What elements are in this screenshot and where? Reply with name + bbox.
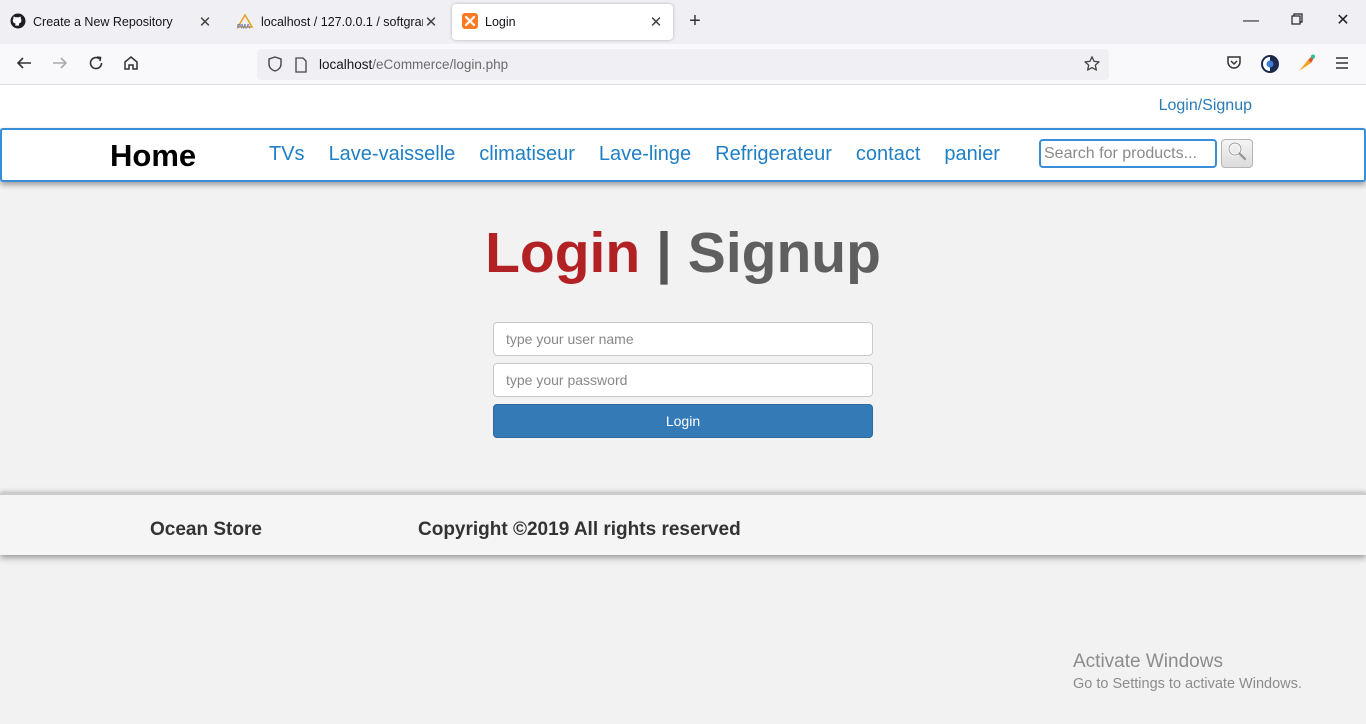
search-icon xyxy=(1227,141,1247,166)
back-icon[interactable] xyxy=(13,54,35,76)
login-button[interactable]: Login xyxy=(493,404,873,438)
svg-text:PMA: PMA xyxy=(237,24,251,29)
new-tab-icon[interactable]: + xyxy=(684,10,706,32)
tab-login[interactable]: Login ✕ xyxy=(452,4,673,40)
dark-mode-icon[interactable] xyxy=(1259,54,1281,76)
tab-title: Create a New Repository xyxy=(33,15,173,29)
tab-title: Login xyxy=(485,15,516,29)
phpmyadmin-icon: PMA xyxy=(236,12,254,32)
title-separator: | xyxy=(640,221,688,285)
nav-item-refrigerateur[interactable]: Refrigerateur xyxy=(715,143,832,166)
close-icon[interactable]: ✕ xyxy=(196,13,214,31)
signup-title[interactable]: Signup xyxy=(688,221,881,285)
minimize-icon[interactable]: — xyxy=(1241,10,1261,32)
footer: Ocean Store Copyright ©2019 All rights r… xyxy=(0,493,1366,555)
footer-brand: Ocean Store xyxy=(150,519,262,540)
home-icon[interactable] xyxy=(120,54,142,76)
tab-title: localhost / 127.0.0.1 / softgram xyxy=(261,15,423,29)
nav-item-lave-vaisselle[interactable]: Lave-vaisselle xyxy=(329,143,456,166)
nav-item-panier[interactable]: panier xyxy=(944,143,1000,166)
restore-icon[interactable] xyxy=(1287,10,1307,32)
url-path: /eCommerce/login.php xyxy=(372,57,509,72)
footer-copyright: Copyright ©2019 All rights reserved xyxy=(418,519,741,540)
watermark-title: Activate Windows xyxy=(1073,651,1223,672)
close-window-icon[interactable]: ✕ xyxy=(1333,10,1353,32)
pocket-icon[interactable] xyxy=(1223,54,1245,76)
close-icon[interactable]: ✕ xyxy=(647,13,665,31)
activate-windows-watermark: Activate Windows Go to Settings to activ… xyxy=(1073,651,1302,692)
top-strip: Login/Signup xyxy=(0,85,1366,128)
github-icon xyxy=(10,13,26,32)
page-content: Login/Signup Home TVs Lave-vaisselle cli… xyxy=(0,85,1366,724)
xampp-icon xyxy=(462,12,478,32)
search-input[interactable] xyxy=(1039,139,1217,168)
menu-icon[interactable] xyxy=(1331,54,1353,76)
browser-tab-bar: Create a New Repository ✕ PMA localhost … xyxy=(0,0,1366,44)
password-field[interactable] xyxy=(493,363,873,397)
url-host: localhost xyxy=(319,57,373,72)
page-icon xyxy=(294,57,308,78)
nav-item-contact[interactable]: contact xyxy=(856,143,920,166)
login-heading: Login | Signup xyxy=(0,220,1366,286)
search-button[interactable] xyxy=(1221,139,1253,168)
star-icon[interactable] xyxy=(1083,55,1101,78)
nav-menu: TVs Lave-vaisselle climatiseur Lave-ling… xyxy=(269,143,1000,166)
nav-item-lave-linge[interactable]: Lave-linge xyxy=(599,143,691,166)
extension-icon[interactable] xyxy=(1295,54,1317,76)
shield-icon[interactable] xyxy=(266,55,284,78)
close-icon[interactable]: ✕ xyxy=(422,13,440,31)
tab-phpmyadmin[interactable]: PMA localhost / 127.0.0.1 / softgram ✕ xyxy=(226,4,448,40)
watermark-subtitle: Go to Settings to activate Windows. xyxy=(1073,676,1302,692)
url-bar[interactable]: localhost/eCommerce/login.php xyxy=(257,49,1109,80)
site-navbar: Home TVs Lave-vaisselle climatiseur Lave… xyxy=(0,128,1366,182)
browser-toolbar: localhost/eCommerce/login.php xyxy=(0,44,1366,85)
reload-icon[interactable] xyxy=(85,54,107,76)
nav-item-tvs[interactable]: TVs xyxy=(269,143,305,166)
tab-github[interactable]: Create a New Repository ✕ xyxy=(0,4,222,40)
login-title: Login xyxy=(485,221,641,285)
brand-home-link[interactable]: Home xyxy=(110,138,196,174)
forward-icon[interactable] xyxy=(49,54,71,76)
username-field[interactable] xyxy=(493,322,873,356)
login-signup-link[interactable]: Login/Signup xyxy=(1159,97,1252,115)
nav-item-climatiseur[interactable]: climatiseur xyxy=(479,143,575,166)
url-text[interactable]: localhost/eCommerce/login.php xyxy=(319,57,508,72)
